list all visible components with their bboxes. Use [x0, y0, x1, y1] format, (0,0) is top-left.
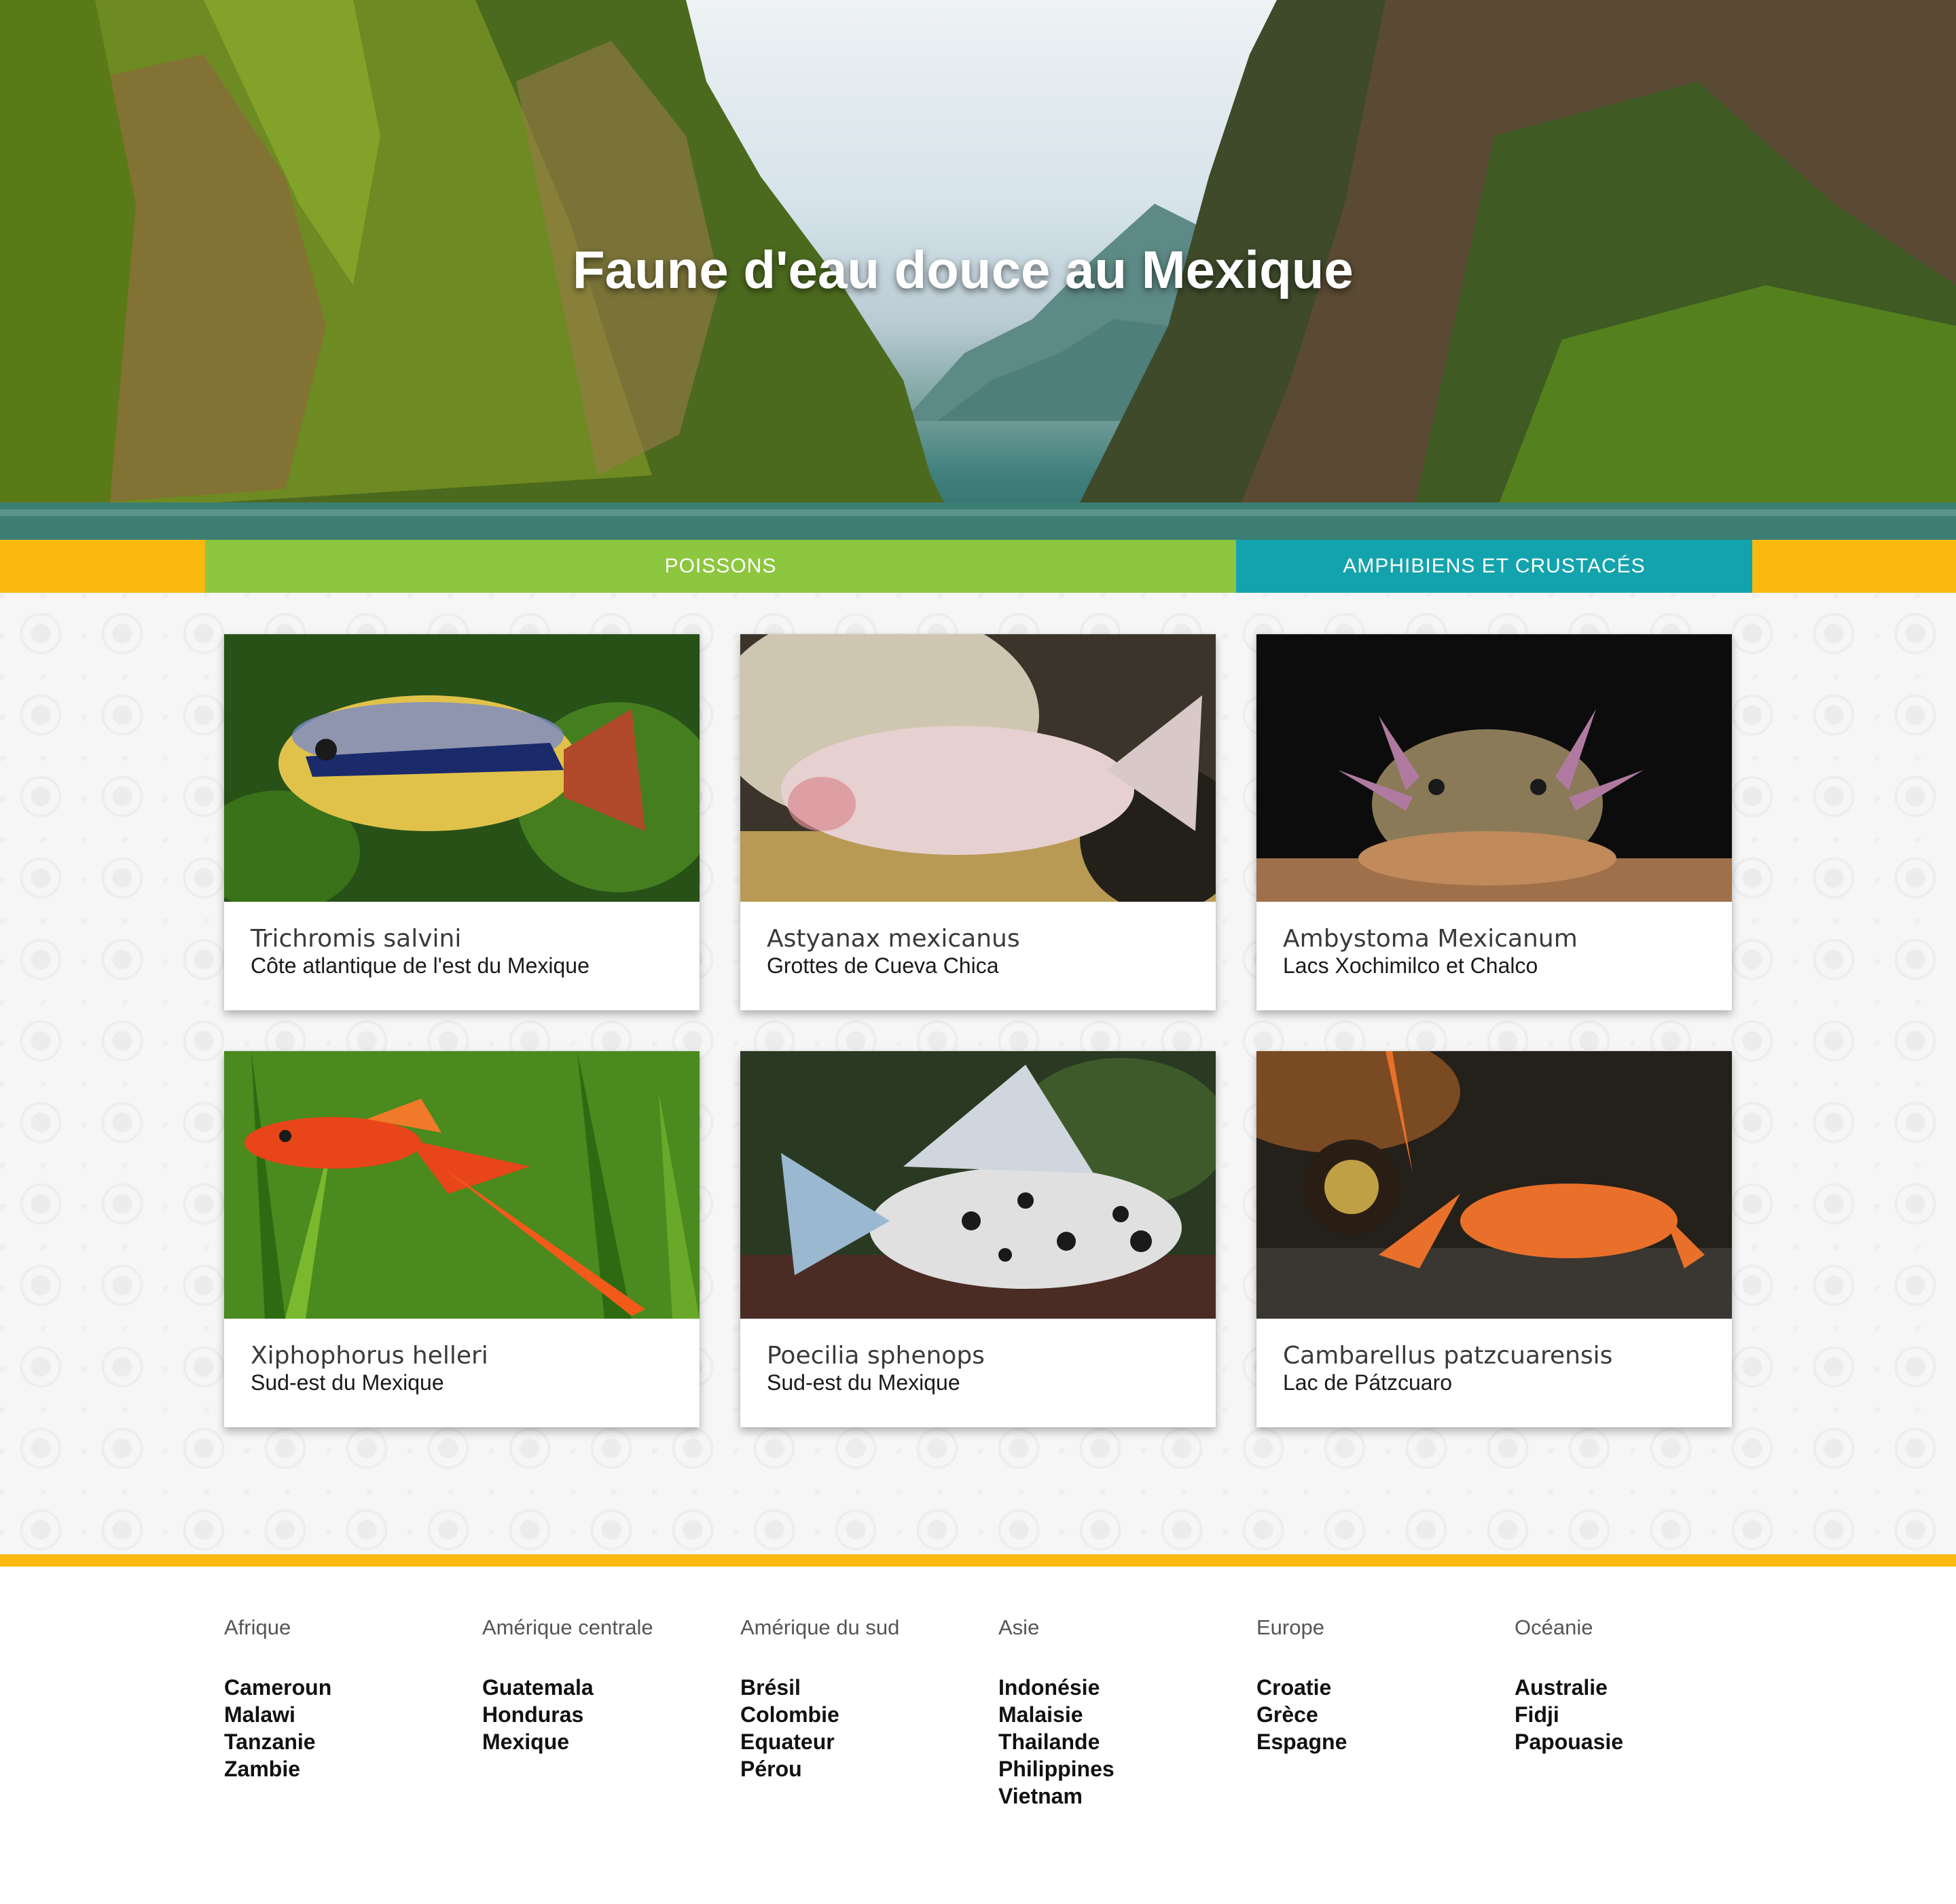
footer-country-list: Guatemala Honduras Mexique	[482, 1674, 727, 1755]
footer-country-link[interactable]: Papouasie	[1515, 1728, 1759, 1755]
footer-country-link[interactable]: Grèce	[1256, 1701, 1501, 1728]
footer-country-link[interactable]: Malawi	[224, 1701, 469, 1728]
footer-column-heading: Amérique centrale	[482, 1615, 653, 1639]
footer-country-link[interactable]: Equateur	[740, 1728, 985, 1755]
page-title: Faune d'eau douce au Mexique	[573, 240, 1354, 299]
footer-column-heading: Océanie	[1515, 1615, 1593, 1639]
species-region: Côte atlantique de l'est du Mexique	[251, 953, 590, 978]
footer-country-link[interactable]: Australie	[1515, 1674, 1759, 1701]
footer-country-link[interactable]: Guatemala	[482, 1674, 727, 1701]
species-region: Lac de Pátzcuaro	[1283, 1370, 1453, 1395]
footer-column-heading: Asie	[998, 1615, 1040, 1639]
species-region: Sud-est du Mexique	[251, 1370, 444, 1395]
species-region: Lacs Xochimilco et Chalco	[1283, 953, 1538, 978]
species-name: Ambystoma Mexicanum	[1283, 925, 1578, 953]
footer-country-link[interactable]: Malaisie	[998, 1701, 1243, 1728]
footer-column-amerique-centrale: Amérique centrale Guatemala Honduras Mex…	[482, 1614, 727, 1755]
tab-poissons[interactable]: POISSONS	[205, 540, 1236, 593]
page: Faune d'eau douce au Mexique POISSONS AM…	[0, 0, 1956, 1904]
footer-country-link[interactable]: Honduras	[482, 1701, 727, 1728]
footer-country-link[interactable]: Mexique	[482, 1728, 727, 1755]
axolotl-image	[1256, 634, 1732, 902]
card-image	[740, 634, 1216, 902]
footer-country-link[interactable]: Brésil	[740, 1674, 985, 1701]
footer-column-europe: Europe Croatie Grèce Espagne	[1256, 1614, 1501, 1755]
species-card[interactable]: Xiphophorus helleri Sud-est du Mexique	[224, 1051, 700, 1427]
crayfish-image	[1256, 1051, 1732, 1319]
footer-country-link[interactable]: Tanzanie	[224, 1728, 469, 1755]
footer-country-list: Indonésie Malaisie Thailande Philippines…	[998, 1674, 1243, 1810]
species-name: Cambarellus patzcuarensis	[1283, 1342, 1613, 1370]
footer-country-list: Australie Fidji Papouasie	[1515, 1674, 1759, 1755]
footer-column-heading: Afrique	[224, 1615, 291, 1639]
swordtail-fish-image	[224, 1051, 700, 1319]
footer-country-list: Cameroun Malawi Tanzanie Zambie	[224, 1674, 469, 1782]
species-name: Astyanax mexicanus	[767, 925, 1020, 953]
card-image	[224, 634, 700, 902]
footer-country-list: Croatie Grèce Espagne	[1256, 1674, 1501, 1755]
species-card[interactable]: Poecilia sphenops Sud-est du Mexique	[740, 1051, 1216, 1427]
species-card[interactable]: Cambarellus patzcuarensis Lac de Pátzcua…	[1256, 1051, 1732, 1427]
footer-country-link[interactable]: Vietnam	[998, 1782, 1243, 1810]
footer: Afrique Cameroun Malawi Tanzanie Zambie …	[0, 1567, 1956, 1904]
footer-country-link[interactable]: Pérou	[740, 1755, 985, 1782]
species-region: Grottes de Cueva Chica	[767, 953, 999, 978]
footer-column-afrique: Afrique Cameroun Malawi Tanzanie Zambie	[224, 1614, 469, 1782]
footer-country-link[interactable]: Croatie	[1256, 1674, 1501, 1701]
category-tab-bar: POISSONS AMPHIBIENS ET CRUSTACÉS	[0, 540, 1956, 593]
species-region: Sud-est du Mexique	[767, 1370, 960, 1395]
species-name: Trichromis salvini	[251, 925, 462, 953]
card-image	[1256, 1051, 1732, 1319]
species-card[interactable]: Ambystoma Mexicanum Lacs Xochimilco et C…	[1256, 634, 1732, 1010]
footer-column-heading: Amérique du sud	[740, 1615, 900, 1639]
footer-country-link[interactable]: Philippines	[998, 1755, 1243, 1782]
card-image	[224, 1051, 700, 1319]
blind-cave-fish-image	[740, 634, 1216, 902]
cichlid-fish-image	[224, 634, 700, 902]
species-grid: Trichromis salvini Côte atlantique de l'…	[0, 593, 1956, 1554]
footer-column-oceanie: Océanie Australie Fidji Papouasie	[1515, 1614, 1759, 1755]
footer-column-amerique-du-sud: Amérique du sud Brésil Colombie Equateur…	[740, 1614, 985, 1782]
footer-country-link[interactable]: Indonésie	[998, 1674, 1243, 1701]
hero-banner: Faune d'eau douce au Mexique	[0, 0, 1956, 540]
footer-divider	[0, 1554, 1956, 1567]
footer-country-link[interactable]: Thailande	[998, 1728, 1243, 1755]
footer-country-link[interactable]: Colombie	[740, 1701, 985, 1728]
card-image	[740, 1051, 1216, 1319]
species-name: Poecilia sphenops	[767, 1342, 985, 1370]
species-card[interactable]: Astyanax mexicanus Grottes de Cueva Chic…	[740, 634, 1216, 1010]
footer-column-asie: Asie Indonésie Malaisie Thailande Philip…	[998, 1614, 1243, 1810]
card-image	[1256, 634, 1732, 902]
footer-country-link[interactable]: Cameroun	[224, 1674, 469, 1701]
tab-amphibiens-crustaces[interactable]: AMPHIBIENS ET CRUSTACÉS	[1236, 540, 1752, 593]
footer-country-link[interactable]: Espagne	[1256, 1728, 1501, 1755]
footer-column-heading: Europe	[1256, 1615, 1324, 1639]
footer-country-list: Brésil Colombie Equateur Pérou	[740, 1674, 985, 1782]
species-card[interactable]: Trichromis salvini Côte atlantique de l'…	[224, 634, 700, 1010]
species-name: Xiphophorus helleri	[251, 1342, 488, 1370]
molly-fish-image	[740, 1051, 1216, 1319]
footer-country-link[interactable]: Zambie	[224, 1755, 469, 1782]
footer-country-link[interactable]: Fidji	[1515, 1701, 1759, 1728]
